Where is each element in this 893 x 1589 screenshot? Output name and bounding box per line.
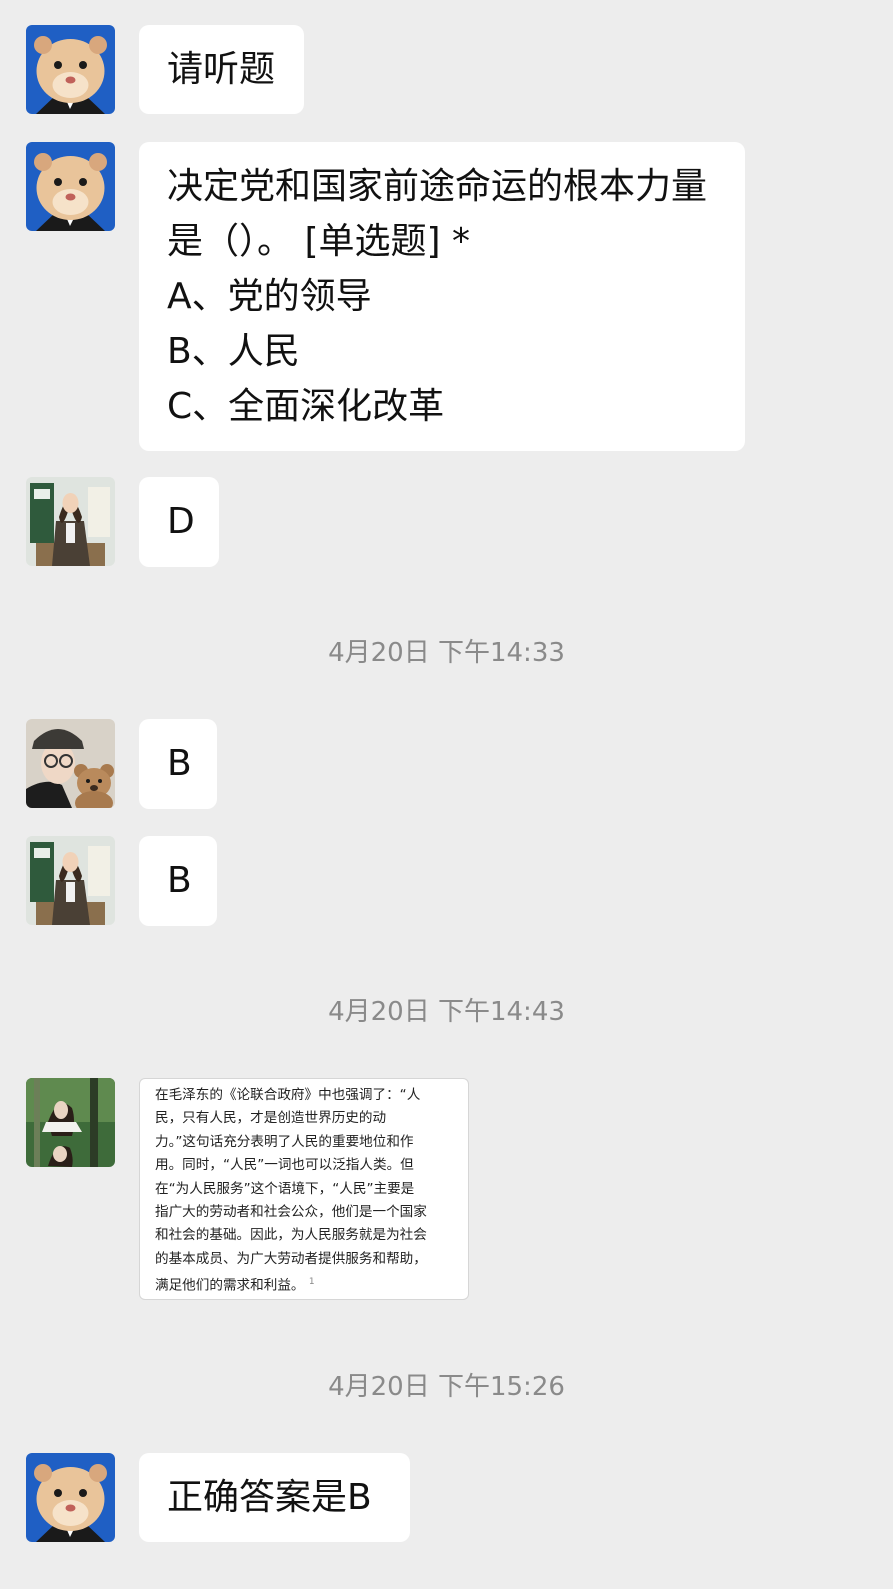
- image-text-line: 和社会的基础。因此，为人民服务就是为社会: [155, 1227, 427, 1244]
- avatar[interactable]: [26, 1453, 115, 1542]
- image-text-line: 指广大的劳动者和社会公众，他们是一个国家: [155, 1204, 427, 1221]
- message-bubble[interactable]: 正确答案是B: [139, 1453, 410, 1542]
- message-text: A、党的领导: [167, 276, 372, 317]
- message-bubble[interactable]: D: [139, 477, 219, 567]
- hamster-avatar-icon: [26, 1453, 115, 1542]
- message-text: B: [167, 860, 192, 901]
- hamster-avatar-icon: [26, 25, 115, 114]
- woman-suit-avatar-icon: [26, 836, 115, 925]
- message-text: 是（）。 [单选题] *: [167, 221, 470, 262]
- timestamp: 4月20日 下午14:43: [328, 997, 565, 1027]
- message-text: B、人民: [167, 331, 300, 372]
- message-text: 决定党和国家前途命运的根本力量: [167, 166, 708, 207]
- message-text: B: [167, 743, 192, 784]
- footnote-marker: 1: [308, 1277, 315, 1288]
- image-message[interactable]: 在毛泽东的《论联合政府》中也强调了：“人 民，只有人民，才是创造世界历史的动 力…: [139, 1078, 469, 1300]
- avatar[interactable]: [26, 477, 115, 566]
- message-bubble[interactable]: B: [139, 719, 217, 809]
- woman-suit-avatar-icon: [26, 477, 115, 566]
- message-text: 请听题: [167, 49, 276, 90]
- message-text: 正确答案是B: [167, 1477, 372, 1518]
- image-text-line: 在“为人民服务”这个语境下，“人民”主要是: [155, 1180, 415, 1197]
- image-text-line: 的基本成员、为广大劳动者提供服务和帮助，: [155, 1250, 427, 1267]
- message-bubble[interactable]: 决定党和国家前途命运的根本力量 是（）。 [单选题] * A、党的领导 B、人民…: [139, 142, 745, 451]
- avatar[interactable]: [26, 719, 115, 808]
- message-bubble[interactable]: 请听题: [139, 25, 304, 114]
- avatar[interactable]: [26, 836, 115, 925]
- timestamp: 4月20日 下午15:26: [328, 1372, 565, 1402]
- hamster-avatar-icon: [26, 142, 115, 231]
- image-text-line: 民，只有人民，才是创造世界历史的动: [155, 1110, 387, 1127]
- woman-bear-avatar-icon: [26, 719, 115, 808]
- image-text-line: 用。同时，“人民”一词也可以泛指人类。但: [155, 1157, 414, 1174]
- message-bubble[interactable]: B: [139, 836, 217, 926]
- woman-forest-avatar-icon: [26, 1078, 115, 1167]
- message-text: D: [167, 501, 195, 542]
- avatar[interactable]: [26, 1078, 115, 1167]
- avatar[interactable]: [26, 25, 115, 114]
- timestamp: 4月20日 下午14:33: [328, 638, 565, 668]
- image-text-line: 满足他们的需求和利益。: [155, 1277, 305, 1294]
- image-text-line: 力。”这句话充分表明了人民的重要地位和作: [155, 1133, 414, 1150]
- message-text: C、全面深化改革: [167, 386, 445, 427]
- image-text-line: 在毛泽东的《论联合政府》中也强调了：“人: [155, 1087, 421, 1103]
- avatar[interactable]: [26, 142, 115, 231]
